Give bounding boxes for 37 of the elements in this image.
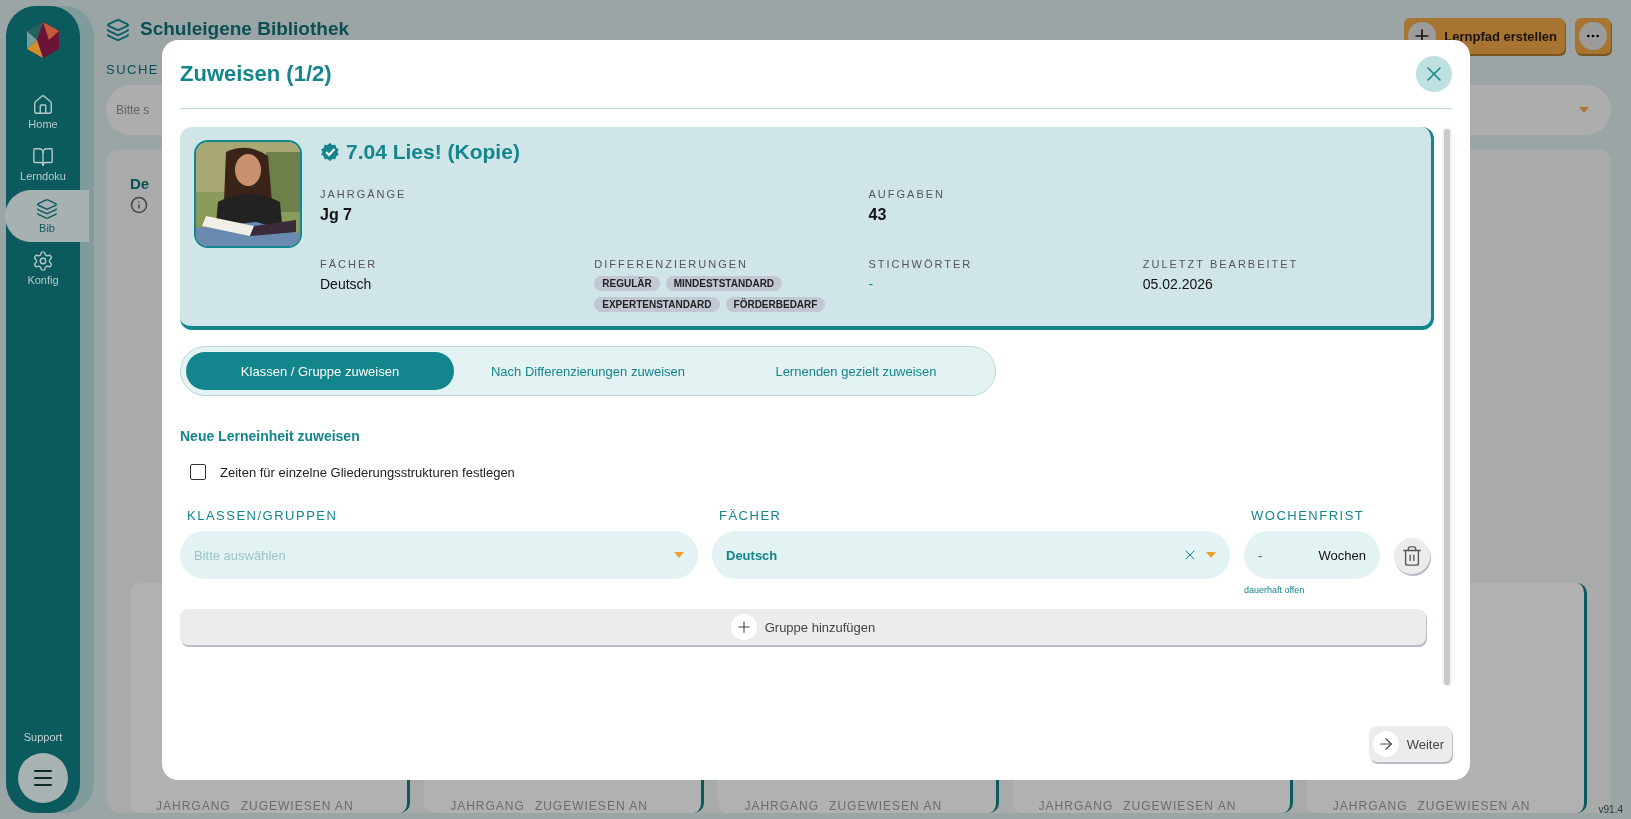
search-label: SUCHE [106, 62, 159, 77]
field-value: - [868, 276, 875, 292]
card-label: ZUGEWIESEN AN [1123, 799, 1237, 813]
card-label: ZUGEWIESEN AN [240, 799, 354, 813]
checkbox-label: Zeiten für einzelne Gliederungsstrukturen festlegen [220, 464, 515, 480]
card-label: JAHRGANG [1038, 799, 1114, 813]
deadline-hint: dauerhaft offen [1244, 585, 1306, 595]
field-label: FÄCHER [718, 508, 783, 523]
field-label: AUFGABEN [868, 188, 946, 200]
field-value: 05.02.2026 [1142, 276, 1214, 292]
field-value: Jg 7 [320, 206, 353, 224]
version-label: v91.4 [1598, 804, 1623, 815]
field-value: Deutsch [320, 276, 373, 292]
differentiation-tag: MINDESTSTANDARD [665, 276, 783, 291]
field-label: JAHRGÄNGE [320, 188, 408, 200]
card-label: JAHRGANG [744, 799, 820, 813]
library-heading: De [130, 175, 150, 192]
differentiation-tag: REGULÄR [594, 276, 660, 291]
field-label: ZULETZT BEARBEITET [1142, 258, 1300, 270]
field-label: KLASSEN/GRUPPEN [186, 508, 339, 523]
section-title: Neue Lerneinheit zuweisen [180, 428, 361, 444]
card-label: ZUGEWIESEN AN [829, 799, 943, 813]
card-label: JAHRGANG [156, 799, 231, 813]
page-title: Schuleigene Bibliothek [140, 18, 350, 40]
field-label: DIFFERENZIERUNGEN [594, 258, 750, 270]
card-label: JAHRGANG [1332, 799, 1408, 813]
field-label: STICHWÖRTER [868, 258, 974, 270]
card-label: ZUGEWIESEN AN [1417, 799, 1531, 813]
unit-title: 7.04 Lies! (Kopie) [346, 140, 520, 164]
card-label: JAHRGANG [450, 799, 525, 813]
differentiation-tag: FÖRDERBEDARF [725, 297, 826, 312]
field-label: FÄCHER [320, 258, 379, 270]
differentiation-tag: EXPERTENSTANDARD [594, 297, 720, 312]
card-label: ZUGEWIESEN AN [534, 799, 648, 813]
field-value: 43 [868, 206, 888, 224]
dialog-title: Zuweisen (1/2) [180, 61, 332, 87]
field-label: WOCHENFRIST [1250, 508, 1366, 523]
